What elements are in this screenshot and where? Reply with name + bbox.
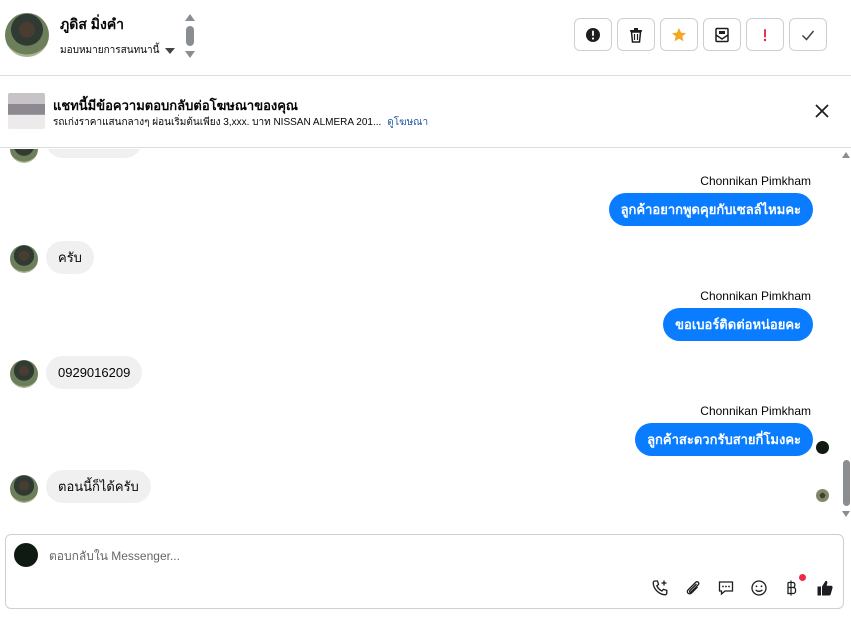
conversation-header: ภูดิส มิ่งคำ มอบหมายการสนทนานี้ bbox=[0, 0, 851, 76]
paperclip-icon bbox=[686, 581, 700, 595]
mark-unread-button[interactable] bbox=[703, 18, 741, 51]
incoming-message[interactable]: 0929016209 bbox=[46, 356, 143, 389]
star-button[interactable] bbox=[660, 18, 698, 51]
seen-indicator bbox=[816, 441, 829, 454]
read-receipt-avatar bbox=[816, 489, 829, 502]
contact-name[interactable]: ภูดิส มิ่งคำ bbox=[60, 14, 124, 36]
scroll-up-arrow[interactable] bbox=[842, 152, 850, 158]
important-button[interactable] bbox=[746, 18, 784, 51]
reply-composer bbox=[5, 534, 844, 609]
envelope-icon bbox=[715, 27, 729, 42]
banner-subtitle: รถเก่งราคาแสนกลางๆ ผ่อนเริ่มต้นเพียง 3,x… bbox=[53, 115, 428, 130]
header-actions bbox=[574, 18, 827, 51]
like-button[interactable] bbox=[815, 578, 835, 598]
phone-plus-icon bbox=[652, 580, 668, 596]
incoming-message[interactable]: ตอนนี้ก็ได้ครับ bbox=[46, 470, 151, 503]
checkmark-icon bbox=[801, 30, 815, 41]
outgoing-message[interactable]: ขอเบอร์ติดต่อหน่อยคะ bbox=[663, 308, 813, 341]
sender-name: Chonnikan Pimkham bbox=[700, 404, 811, 418]
message-thread[interactable]: Chonnikan Pimkham ลูกค้าอยากพูดคุยกับเซล… bbox=[0, 149, 851, 524]
conversation-stepper[interactable] bbox=[185, 14, 195, 58]
sender-name: Chonnikan Pimkham bbox=[700, 289, 811, 303]
contact-avatar-small bbox=[10, 360, 38, 388]
arrow-up-icon[interactable] bbox=[185, 14, 195, 21]
page-avatar bbox=[14, 543, 38, 567]
exclamation-circle-icon bbox=[586, 27, 600, 42]
incoming-message[interactable]: ครับ bbox=[46, 241, 94, 274]
thumbs-up-icon bbox=[817, 580, 833, 596]
banner-title: แชทนี้มีข้อความตอบกลับต่อโฆษณาของคุณ bbox=[53, 98, 298, 113]
contact-avatar-small bbox=[10, 475, 38, 503]
reply-input[interactable] bbox=[49, 549, 649, 563]
contact-avatar-small bbox=[10, 245, 38, 273]
call-button[interactable] bbox=[650, 578, 670, 598]
done-button[interactable] bbox=[789, 18, 827, 51]
scroll-down-arrow[interactable] bbox=[842, 511, 850, 517]
caret-down-icon bbox=[165, 47, 176, 54]
delete-button[interactable] bbox=[617, 18, 655, 51]
baht-icon bbox=[787, 580, 797, 596]
smiley-icon bbox=[751, 580, 767, 596]
payment-button[interactable] bbox=[782, 574, 806, 598]
outgoing-message[interactable]: ลูกค้าสะดวกรับสายกี่โมงคะ bbox=[635, 423, 813, 456]
assign-conversation-dropdown[interactable]: มอบหมายการสนทนานี้ bbox=[60, 43, 176, 58]
arrow-down-icon[interactable] bbox=[185, 51, 195, 58]
outgoing-message[interactable]: ลูกค้าอยากพูดคุยกับเซลล์ไหมคะ bbox=[608, 193, 813, 226]
exclamation-icon bbox=[763, 28, 767, 41]
sender-name: Chonnikan Pimkham bbox=[700, 174, 811, 188]
ad-description: รถเก่งราคาแสนกลางๆ ผ่อนเริ่มต้นเพียง 3,x… bbox=[53, 117, 382, 128]
close-icon[interactable] bbox=[813, 102, 831, 120]
composer-tools bbox=[650, 574, 835, 598]
contact-avatar[interactable] bbox=[5, 13, 49, 57]
star-icon bbox=[672, 27, 686, 41]
assign-label: มอบหมายการสนทนานี้ bbox=[60, 45, 160, 56]
report-button[interactable] bbox=[574, 18, 612, 51]
stepper-handle[interactable] bbox=[186, 26, 194, 46]
contact-avatar-small bbox=[10, 149, 38, 163]
notification-dot bbox=[799, 574, 806, 581]
emoji-button[interactable] bbox=[749, 578, 769, 598]
trash-icon bbox=[630, 27, 642, 43]
attach-button[interactable] bbox=[683, 578, 703, 598]
ad-thumbnail[interactable] bbox=[8, 93, 45, 129]
saved-replies-button[interactable] bbox=[716, 578, 736, 598]
ad-reply-banner: แชทนี้มีข้อความตอบกลับต่อโฆษณาของคุณ รถเ… bbox=[0, 76, 851, 148]
view-ad-link[interactable]: ดูโฆษณา bbox=[387, 117, 428, 128]
message-bubble-partial bbox=[46, 149, 142, 158]
speech-bubble-icon bbox=[718, 581, 734, 596]
scrollbar-thumb[interactable] bbox=[843, 460, 850, 506]
